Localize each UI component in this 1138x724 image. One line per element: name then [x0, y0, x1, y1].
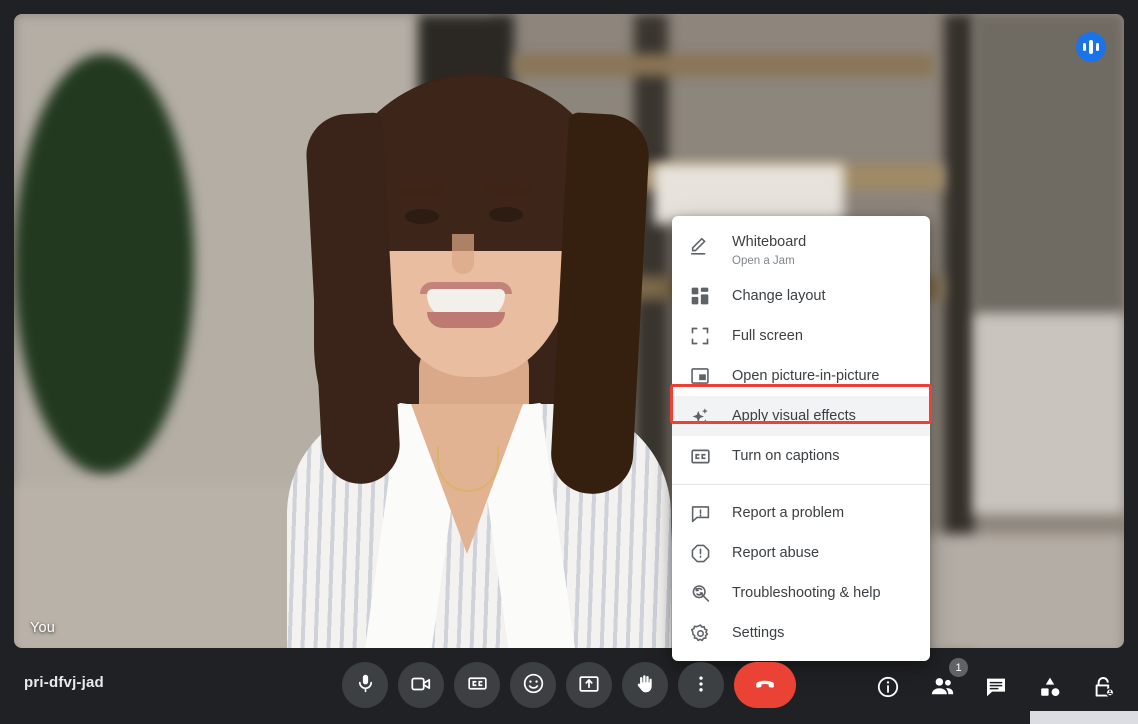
menu-item-label: Full screen [732, 328, 803, 344]
menu-item-full-screen[interactable]: Full screen [672, 316, 930, 356]
meeting-details-button[interactable] [872, 672, 904, 704]
menu-item-label: Turn on captions [732, 448, 840, 464]
menu-item-settings[interactable]: Settings [672, 613, 930, 653]
captions-button[interactable] [454, 662, 500, 708]
menu-item-label: Apply visual effects [732, 408, 856, 424]
raised-hand-icon [634, 673, 656, 698]
primary-controls [342, 662, 796, 708]
microphone-button[interactable] [342, 662, 388, 708]
meeting-code-label: pri-dfvj-jad [24, 674, 104, 691]
menu-divider [672, 484, 930, 485]
menu-item-report-a-problem[interactable]: Report a problem [672, 493, 930, 533]
sparkle-visual-effects-icon [688, 404, 712, 428]
whiteboard-pen-icon [688, 234, 712, 258]
menu-item-sublabel: Open a Jam [732, 255, 795, 267]
participant-figure [259, 54, 689, 648]
menu-item-label: Whiteboard [732, 234, 807, 250]
menu-item-whiteboard[interactable]: Whiteboard Open a Jam [672, 224, 930, 276]
three-dots-vertical-icon [691, 674, 711, 697]
raise-hand-button[interactable] [622, 662, 668, 708]
activities-shapes-icon [1038, 675, 1062, 702]
change-layout-icon [688, 284, 712, 308]
self-video-tile[interactable]: You [14, 14, 1124, 648]
self-tile-name-label: You [30, 620, 56, 636]
menu-item-label: Troubleshooting & help [732, 585, 881, 601]
report-abuse-icon [688, 541, 712, 565]
more-options-button[interactable] [678, 662, 724, 708]
microphone-icon [355, 673, 376, 697]
end-call-phone-icon [752, 671, 778, 700]
bottom-right-strip [1030, 711, 1138, 724]
audio-level-icon [1076, 32, 1106, 62]
menu-item-report-abuse[interactable]: Report abuse [672, 533, 930, 573]
secondary-controls: 1 [872, 658, 1120, 704]
picture-in-picture-icon [688, 364, 712, 388]
menu-item-label: Settings [732, 625, 785, 641]
video-camera-icon [410, 673, 432, 698]
menu-item-picture-in-picture[interactable]: Open picture-in-picture [672, 356, 930, 396]
google-meet-window: You Whiteboard Open a Jam Change layout … [0, 0, 1138, 724]
lock-host-controls-icon [1092, 675, 1116, 702]
menu-item-label: Open picture-in-picture [732, 368, 880, 384]
bottom-toolbar: pri-dfvj-jad 1 [0, 648, 1138, 724]
settings-gear-icon [688, 621, 712, 645]
menu-item-label: Report a problem [732, 505, 845, 521]
activities-button[interactable] [1034, 672, 1066, 704]
menu-item-label: Change layout [732, 288, 826, 304]
more-options-menu[interactable]: Whiteboard Open a Jam Change layout Full… [672, 216, 930, 661]
present-now-button[interactable] [566, 662, 612, 708]
people-count-badge: 1 [949, 658, 968, 677]
reactions-button[interactable] [510, 662, 556, 708]
chat-button[interactable] [980, 672, 1012, 704]
host-controls-button[interactable] [1088, 672, 1120, 704]
info-circle-icon [876, 675, 900, 702]
chat-bubble-icon [984, 675, 1008, 702]
troubleshooting-icon [688, 581, 712, 605]
people-button[interactable]: 1 [926, 658, 968, 704]
full-screen-icon [688, 324, 712, 348]
menu-item-change-layout[interactable]: Change layout [672, 276, 930, 316]
emoji-smiley-icon [522, 672, 545, 698]
menu-item-label: Report abuse [732, 545, 820, 561]
report-problem-icon [688, 501, 712, 525]
people-icon [930, 674, 955, 702]
menu-item-troubleshooting-and-help[interactable]: Troubleshooting & help [672, 573, 930, 613]
closed-captions-icon [467, 673, 488, 697]
present-screen-icon [578, 673, 600, 698]
closed-captions-icon [688, 444, 712, 468]
leave-call-button[interactable] [734, 662, 796, 708]
camera-button[interactable] [398, 662, 444, 708]
menu-item-turn-on-captions[interactable]: Turn on captions [672, 436, 930, 476]
menu-item-apply-visual-effects[interactable]: Apply visual effects [672, 396, 930, 436]
